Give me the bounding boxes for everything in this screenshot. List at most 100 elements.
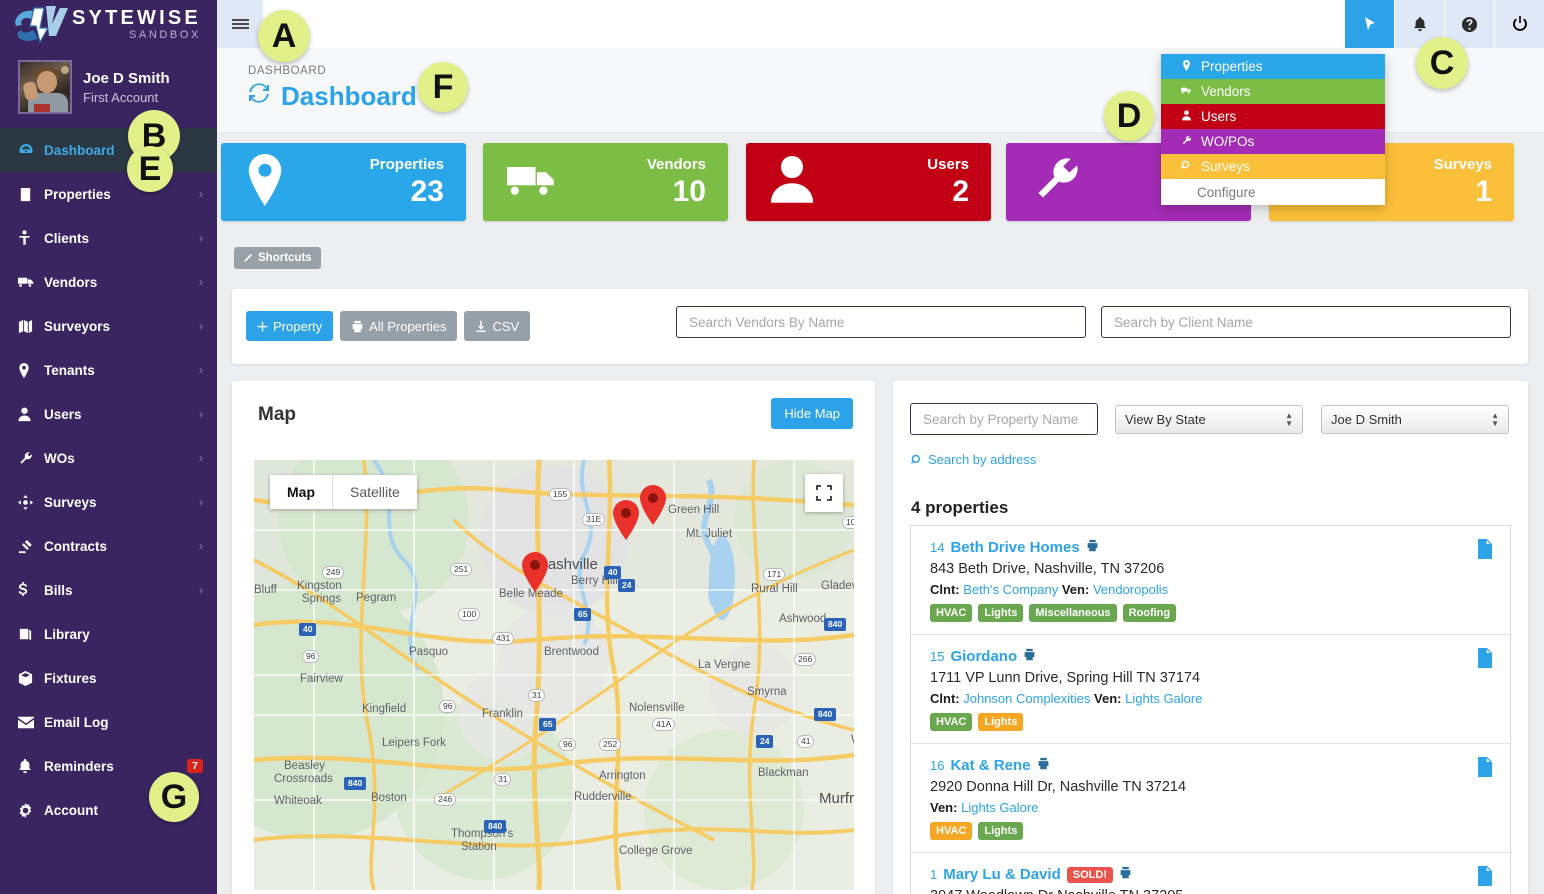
map-canvas[interactable]: Map Satellite Nashville Green Hill Mt. Jul… <box>254 460 854 890</box>
sidebar-item-label: Clients <box>44 230 90 246</box>
map-route-shield: 840 <box>814 708 837 721</box>
dropdown-item-label: Vendors <box>1201 84 1251 99</box>
map-title: Map <box>258 404 296 425</box>
sidebar-item-dashboard[interactable]: Dashboard <box>0 128 217 172</box>
map-pin-icon <box>1181 59 1192 74</box>
dropdown-item-properties[interactable]: Properties <box>1161 54 1385 79</box>
refresh-icon[interactable] <box>247 81 271 112</box>
dropdown-item-wo-pos[interactable]: WO/POs <box>1161 129 1385 154</box>
sidebar-item-fixtures[interactable]: Fixtures <box>0 656 217 700</box>
map-route-shield: 246 <box>434 793 457 806</box>
property-row[interactable]: 14 Beth Drive Homes 843 Beth Drive, Nash… <box>911 526 1510 635</box>
map-marker-pin[interactable] <box>639 485 667 530</box>
map-route-shield: 24 <box>756 735 774 748</box>
power-icon[interactable] <box>1494 0 1544 48</box>
user-icon <box>18 407 44 422</box>
map-route-shield: 249 <box>322 566 345 579</box>
client-link[interactable]: Beth's Company <box>963 582 1058 597</box>
map-marker-pin[interactable] <box>612 500 640 545</box>
stat-card-properties[interactable]: Properties 23 <box>221 143 466 221</box>
user-icon <box>770 154 814 211</box>
property-row[interactable]: 15 Giordano 1711 VP Lunn Drive, Spring H… <box>911 635 1510 744</box>
hamburger-icon[interactable] <box>217 0 263 48</box>
annotation-badge-f: F <box>418 62 468 112</box>
sidebar-item-users[interactable]: Users › <box>0 392 217 436</box>
vendor-link[interactable]: Lights Galore <box>1125 691 1202 706</box>
hide-map-button[interactable]: Hide Map <box>771 398 853 429</box>
map-label: Brentwood <box>544 646 599 658</box>
property-row[interactable]: 1 Mary Lu & David SOLD! 3947 Woodlawn Dr… <box>911 853 1510 894</box>
sidebar-item-tenants[interactable]: Tenants › <box>0 348 217 392</box>
cursor-icon[interactable] <box>1344 0 1394 48</box>
document-icon[interactable] <box>1476 866 1494 891</box>
print-icon[interactable] <box>1086 539 1099 556</box>
csv-button[interactable]: CSV <box>464 311 531 341</box>
add-property-button[interactable]: Property <box>246 311 334 341</box>
sidebar-item-properties[interactable]: Properties › <box>0 172 217 216</box>
sidebar-item-clients[interactable]: Clients › <box>0 216 217 260</box>
dropdown-item-configure[interactable]: Configure <box>1161 179 1385 205</box>
stat-card-vendors[interactable]: Vendors 10 <box>483 143 728 221</box>
map-type-map[interactable]: Map <box>270 475 333 509</box>
search-by-address-link[interactable]: Search by address <box>911 452 1036 467</box>
property-name[interactable]: Mary Lu & David <box>943 866 1061 883</box>
map-route-shield: 100 <box>458 608 481 621</box>
search-property-input[interactable] <box>910 403 1098 435</box>
search-vendors-input[interactable] <box>676 306 1086 338</box>
property-row[interactable]: 16 Kat & Rene 2920 Donna Hill Dr, Nashvi… <box>911 744 1510 853</box>
stat-card-users[interactable]: Users 2 <box>746 143 991 221</box>
property-name[interactable]: Beth Drive Homes <box>950 539 1079 556</box>
map-pin-icon <box>18 362 44 378</box>
property-tag[interactable]: Lights <box>978 604 1024 622</box>
all-properties-button[interactable]: All Properties <box>340 311 458 341</box>
sidebar-item-contracts[interactable]: Contracts › <box>0 524 217 568</box>
property-tag[interactable]: Lights <box>978 713 1024 731</box>
property-tag[interactable]: HVAC <box>930 604 973 622</box>
sidebar-item-vendors[interactable]: Vendors › <box>0 260 217 304</box>
profile-block[interactable]: Joe D Smith First Account <box>0 48 217 128</box>
sidebar-item-email-log[interactable]: Email Log <box>0 700 217 744</box>
property-tag[interactable]: Roofing <box>1122 604 1177 622</box>
property-tag[interactable]: Miscellaneous <box>1029 604 1117 622</box>
fullscreen-icon[interactable] <box>805 474 843 512</box>
sidebar-item-wos[interactable]: WOs › <box>0 436 217 480</box>
state-select[interactable]: View By State ▲ ▼ <box>1115 405 1303 434</box>
map-label: Rudderville <box>574 791 632 803</box>
shortcuts-button[interactable]: Shortcuts <box>234 247 321 269</box>
map-marker-pin[interactable] <box>521 552 549 597</box>
property-name[interactable]: Kat & Rene <box>950 757 1030 774</box>
property-tag[interactable]: Lights <box>978 822 1024 840</box>
sidebar-item-bills[interactable]: Bills › <box>0 568 217 612</box>
vendor-link[interactable]: Lights Galore <box>961 800 1038 815</box>
sidebar-item-surveyors[interactable]: Surveyors › <box>0 304 217 348</box>
sidebar-item-surveys[interactable]: Surveys › <box>0 480 217 524</box>
user-select-value: Joe D Smith <box>1331 412 1402 427</box>
wrench-icon <box>1181 134 1192 149</box>
document-icon[interactable] <box>1476 757 1494 782</box>
print-icon <box>352 320 363 332</box>
property-tag[interactable]: HVAC <box>930 713 973 731</box>
sidebar-item-library[interactable]: Library <box>0 612 217 656</box>
bell-icon <box>18 758 44 774</box>
map-type-toggle[interactable]: Map Satellite <box>270 475 417 509</box>
brand-logo[interactable]: SYTEWISE SANDBOX <box>0 0 217 48</box>
dropdown-item-surveys[interactable]: Surveys <box>1161 154 1385 179</box>
map-type-satellite[interactable]: Satellite <box>333 475 417 509</box>
map-label: Blackman <box>758 767 809 779</box>
map-label: Gladeville <box>821 580 854 592</box>
property-tag[interactable]: HVAC <box>930 822 973 840</box>
dropdown-item-users[interactable]: Users <box>1161 104 1385 129</box>
search-clients-input[interactable] <box>1101 306 1511 338</box>
document-icon[interactable] <box>1476 648 1494 673</box>
map-label: Springs <box>302 593 341 605</box>
property-name[interactable]: Giordano <box>950 648 1017 665</box>
print-icon[interactable] <box>1023 648 1036 665</box>
vendor-link[interactable]: Vendoropolis <box>1093 582 1168 597</box>
print-icon[interactable] <box>1037 757 1050 774</box>
print-icon[interactable] <box>1119 866 1132 883</box>
user-select[interactable]: Joe D Smith ▲ ▼ <box>1321 405 1509 434</box>
dropdown-item-vendors[interactable]: Vendors <box>1161 79 1385 104</box>
client-link[interactable]: Johnson Complexities <box>963 691 1090 706</box>
document-icon[interactable] <box>1476 539 1494 564</box>
client-label: Clnt: <box>930 691 960 706</box>
